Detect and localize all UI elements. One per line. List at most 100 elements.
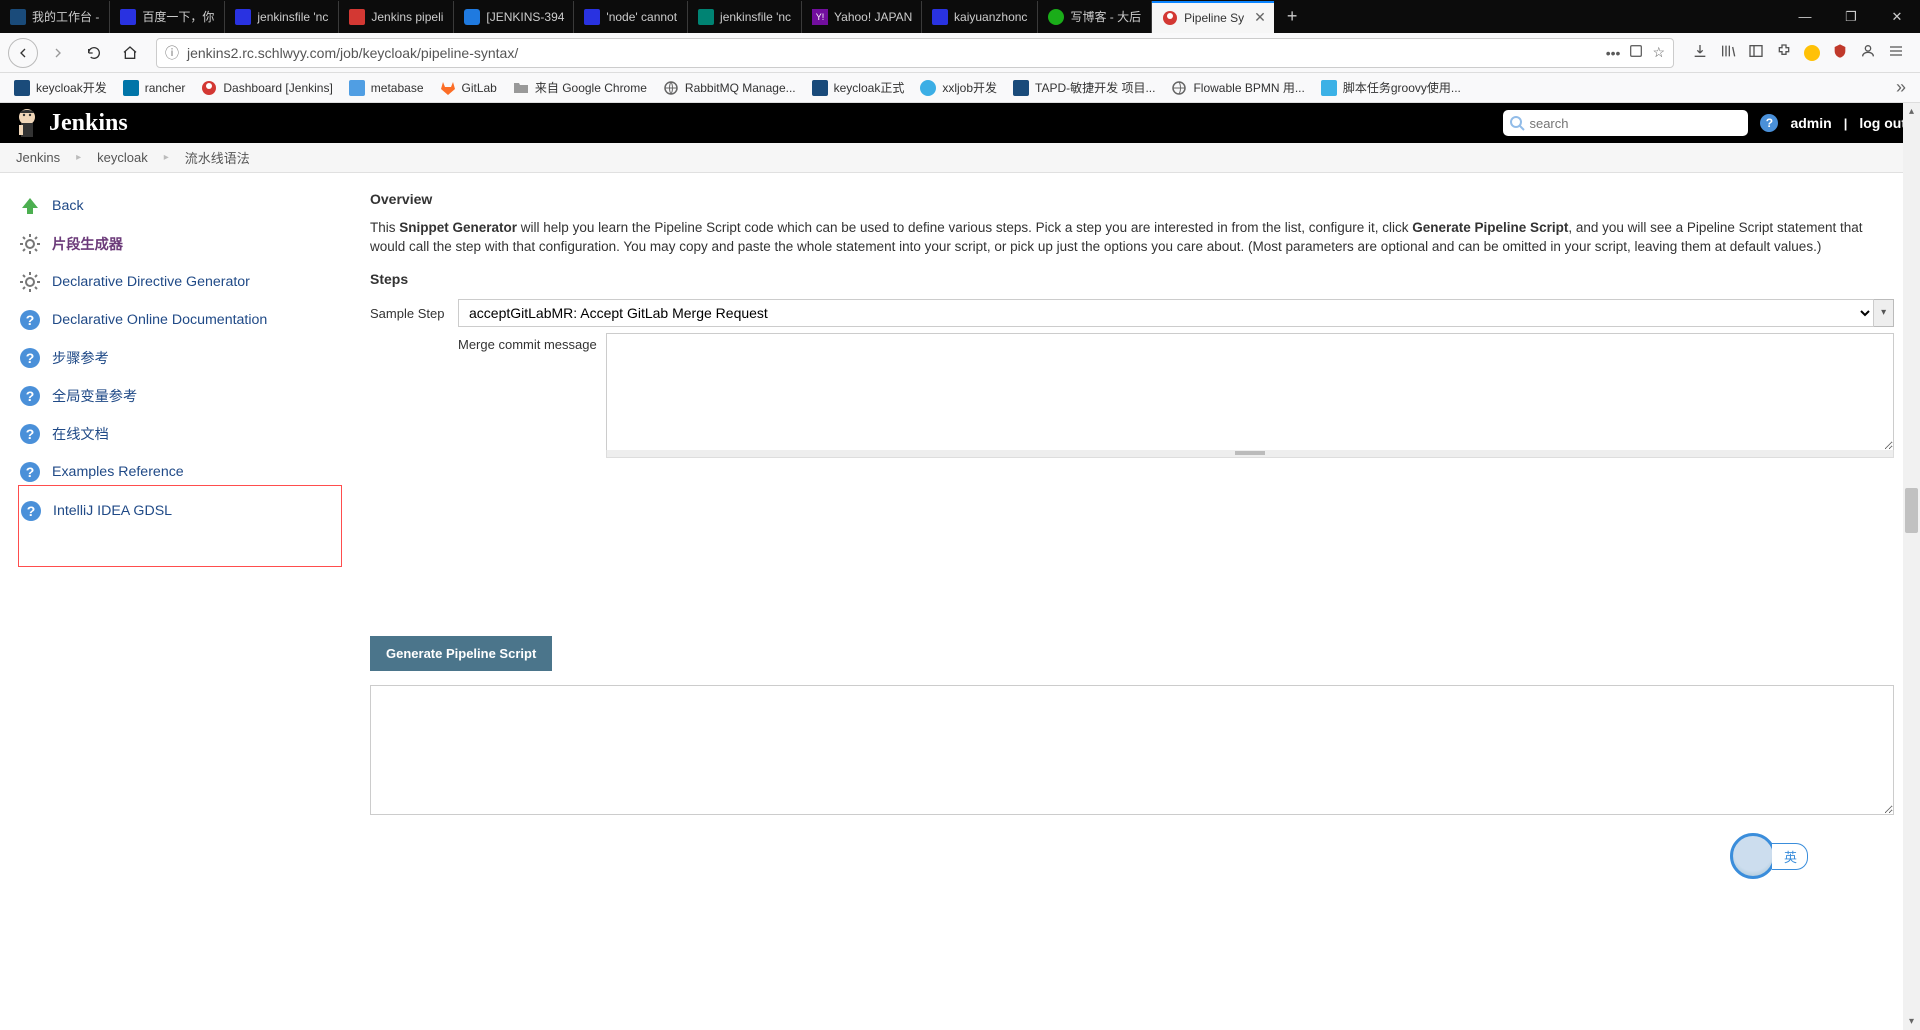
favicon-icon: Y! xyxy=(812,9,828,25)
help-circle-icon: ? xyxy=(18,346,42,370)
scroll-down-icon[interactable]: ▾ xyxy=(1903,1013,1920,1030)
reload-button[interactable] xyxy=(78,37,110,69)
bookmark-favicon-icon xyxy=(349,80,365,96)
url-bar[interactable]: ⓘ jenkins2.rc.schlwyy.com/job/keycloak/p… xyxy=(156,38,1674,68)
breadcrumb-item[interactable]: 流水线语法 xyxy=(185,148,250,167)
sidebar-item-intellij-gdsl[interactable]: ? IntelliJ IDEA GDSL xyxy=(19,492,341,530)
bookmark-star-icon[interactable]: ☆ xyxy=(1652,44,1665,61)
bookmark-item[interactable]: xxljob开发 xyxy=(914,75,1003,100)
sidebar-item-step-ref[interactable]: ? 步骤参考 xyxy=(18,339,342,377)
bookmark-item[interactable]: metabase xyxy=(343,76,430,100)
search-input[interactable] xyxy=(1503,110,1748,136)
close-tab-icon[interactable]: ✕ xyxy=(1254,9,1266,26)
sample-step-select[interactable]: acceptGitLabMR: Accept GitLab Merge Requ… xyxy=(458,299,1874,327)
help-circle-icon: ? xyxy=(18,308,42,332)
url-text: jenkins2.rc.schlwyy.com/job/keycloak/pip… xyxy=(187,45,1606,61)
bookmark-item[interactable]: rancher xyxy=(117,76,192,100)
extension-badge-icon[interactable] xyxy=(1804,45,1820,61)
library-icon[interactable] xyxy=(1720,43,1736,62)
tab-strip: 我的工作台 - 百度一下，你 jenkinsfile 'nc Jenkins p… xyxy=(0,0,1920,33)
svg-text:?: ? xyxy=(26,464,35,480)
globe-icon xyxy=(1171,80,1187,96)
vertical-scrollbar[interactable]: ▴ ▾ xyxy=(1903,103,1920,1030)
favicon-icon xyxy=(464,9,480,25)
bookmark-item[interactable]: 脚本任务groovy使用... xyxy=(1315,75,1467,100)
site-info-icon[interactable]: ⓘ xyxy=(165,43,179,63)
browser-tab[interactable]: 'node' cannot xyxy=(574,1,688,33)
favicon-icon xyxy=(1048,9,1064,25)
chevron-right-icon: ▸ xyxy=(164,152,169,163)
account-icon[interactable] xyxy=(1860,43,1876,62)
bookmark-item[interactable]: GitLab xyxy=(434,76,503,100)
browser-tab[interactable]: 写博客 - 大后 xyxy=(1038,1,1152,33)
overview-heading: Overview xyxy=(370,191,1894,207)
sidebar-item-online-docs-cn[interactable]: ? 在线文档 xyxy=(18,415,342,453)
merge-message-label: Merge commit message xyxy=(458,333,606,451)
folder-icon xyxy=(513,80,529,96)
browser-tab[interactable]: jenkinsfile 'nc xyxy=(688,1,802,33)
help-icon[interactable]: ? xyxy=(1760,114,1778,132)
minimize-button[interactable]: — xyxy=(1782,1,1828,33)
sidebar-item-snippet-generator[interactable]: 片段生成器 xyxy=(18,225,342,263)
more-actions-icon[interactable]: ••• xyxy=(1606,45,1621,61)
jenkins-header: Jenkins ? admin | log out xyxy=(0,103,1920,143)
sidebar-item-global-var-ref[interactable]: ? 全局变量参考 xyxy=(18,377,342,415)
menu-icon[interactable] xyxy=(1888,43,1904,62)
bookmark-favicon-icon xyxy=(14,80,30,96)
browser-tab[interactable]: [JENKINS-394 xyxy=(454,1,574,33)
logout-link[interactable]: log out xyxy=(1859,115,1906,131)
bookmark-item[interactable]: RabbitMQ Manage... xyxy=(657,76,802,100)
maximize-button[interactable]: ❐ xyxy=(1828,1,1874,33)
sidebar-icon[interactable] xyxy=(1748,43,1764,62)
bookmark-folder[interactable]: 来自 Google Chrome xyxy=(507,75,653,100)
bookmark-item[interactable]: TAPD-敏捷开发 项目... xyxy=(1007,75,1161,100)
extension-icon[interactable] xyxy=(1776,43,1792,62)
browser-tab[interactable]: 百度一下，你 xyxy=(110,1,225,33)
browser-tab[interactable]: Y!Yahoo! JAPAN xyxy=(802,1,922,33)
resize-handle[interactable] xyxy=(606,450,1894,458)
browser-tab[interactable]: kaiyuanzhonc xyxy=(922,1,1038,33)
sidebar-item-online-docs[interactable]: ? Declarative Online Documentation xyxy=(18,301,342,339)
new-tab-button[interactable]: + xyxy=(1278,3,1306,31)
sidebar-item-back[interactable]: Back xyxy=(18,187,342,225)
bookmarks-overflow-button[interactable]: » xyxy=(1890,77,1912,98)
merge-message-textarea[interactable] xyxy=(606,333,1894,451)
bookmark-favicon-icon xyxy=(123,80,139,96)
svg-text:?: ? xyxy=(26,350,35,366)
sidebar-item-directive-generator[interactable]: Declarative Directive Generator xyxy=(18,263,342,301)
back-button[interactable] xyxy=(8,38,38,68)
bookmark-item[interactable]: Flowable BPMN 用... xyxy=(1165,75,1310,100)
ublock-icon[interactable] xyxy=(1832,43,1848,62)
scroll-up-icon[interactable]: ▴ xyxy=(1903,103,1920,120)
favicon-icon xyxy=(10,9,26,25)
bookmark-favicon-icon xyxy=(812,80,828,96)
home-button[interactable] xyxy=(114,37,146,69)
user-link[interactable]: admin xyxy=(1790,115,1831,131)
ime-indicator[interactable]: 英 xyxy=(1730,833,1808,879)
bookmark-item[interactable]: keycloak开发 xyxy=(8,75,113,100)
chevron-right-icon: ▸ xyxy=(76,152,81,163)
browser-tab[interactable]: 我的工作台 - xyxy=(0,1,110,33)
downloads-icon[interactable] xyxy=(1692,43,1708,62)
sample-step-label: Sample Step xyxy=(370,299,458,321)
bookmark-item[interactable]: keycloak正式 xyxy=(806,75,911,100)
breadcrumb-item[interactable]: keycloak xyxy=(97,150,148,165)
sidebar: Back 片段生成器 Declarative Directive Generat… xyxy=(0,173,360,858)
breadcrumb-item[interactable]: Jenkins xyxy=(16,150,60,165)
forward-button[interactable] xyxy=(42,37,74,69)
gear-icon xyxy=(18,270,42,294)
close-window-button[interactable]: ✕ xyxy=(1874,1,1920,33)
reader-icon[interactable] xyxy=(1628,43,1644,62)
bookmark-item[interactable]: Dashboard [Jenkins] xyxy=(195,76,338,100)
generated-script-output[interactable] xyxy=(370,685,1894,815)
jenkins-logo[interactable]: Jenkins xyxy=(14,107,128,139)
generate-pipeline-script-button[interactable]: Generate Pipeline Script xyxy=(370,636,552,671)
scrollbar-thumb[interactable] xyxy=(1905,488,1918,533)
arrow-up-icon xyxy=(18,194,42,218)
browser-tab[interactable]: jenkinsfile 'nc xyxy=(225,1,339,33)
chevron-down-icon[interactable]: ▾ xyxy=(1874,299,1894,327)
browser-tab-active[interactable]: Pipeline Sy✕ xyxy=(1152,1,1274,33)
favicon-icon xyxy=(120,9,136,25)
browser-tab[interactable]: Jenkins pipeli xyxy=(339,1,454,33)
svg-text:?: ? xyxy=(26,426,35,442)
